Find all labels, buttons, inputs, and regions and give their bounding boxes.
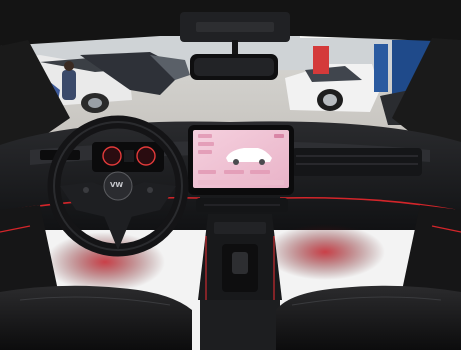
car-interior-photo: VW [0, 0, 461, 350]
scene-svg [0, 0, 461, 350]
climate-strip [196, 198, 288, 212]
vw-logo: VW [110, 181, 124, 189]
instrument-cluster [92, 142, 164, 172]
infotainment-screen [188, 125, 294, 195]
center-console [198, 214, 282, 350]
